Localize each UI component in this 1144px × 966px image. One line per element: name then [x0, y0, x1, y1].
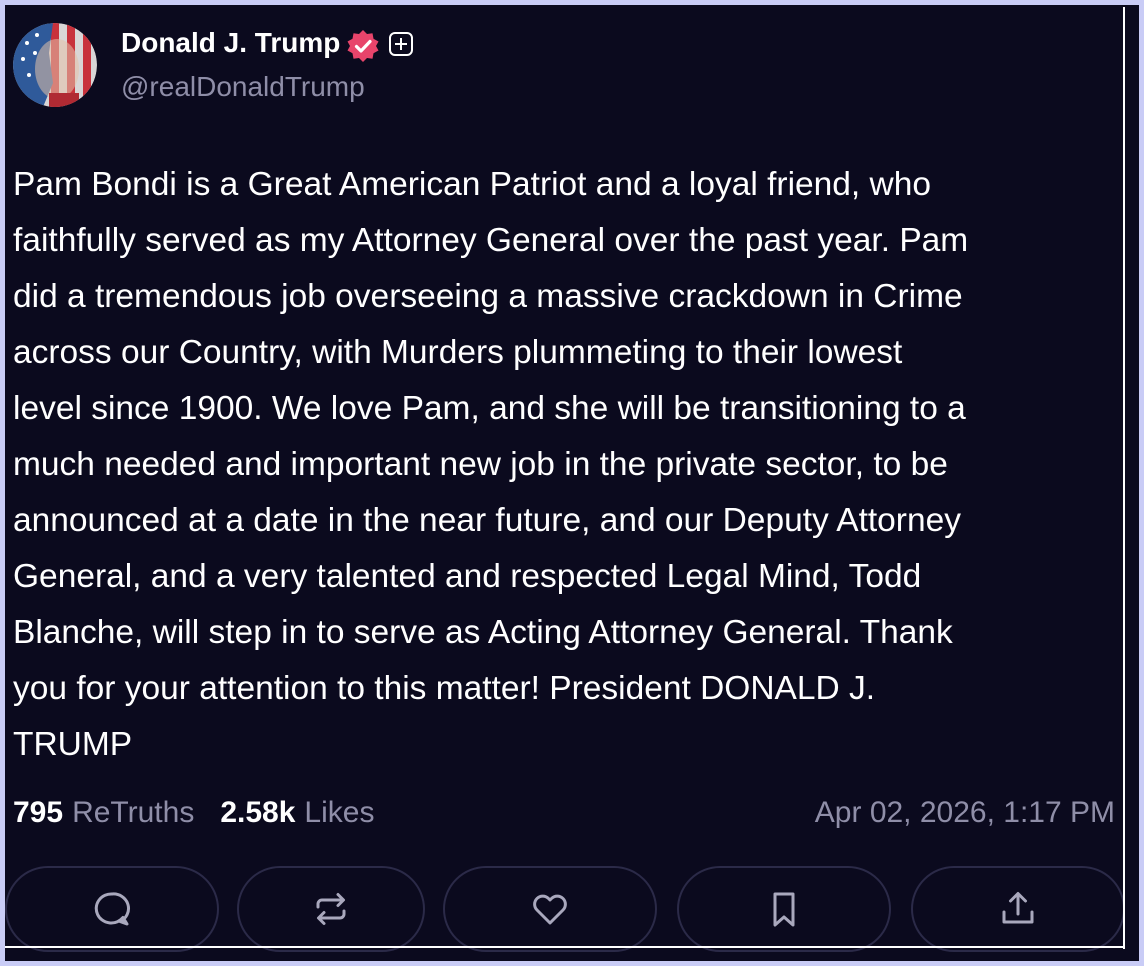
post-timestamp: Apr 02, 2026, 1:17 PM [814, 796, 1115, 829]
likes-count[interactable]: 2.58k [220, 796, 295, 830]
bookmark-icon [773, 892, 795, 927]
retruth-icon [316, 893, 346, 925]
avatar[interactable] [13, 23, 97, 107]
verified-badge-icon [347, 30, 379, 62]
post-stats: 795 ReTruths 2.58k Likes [13, 791, 374, 835]
retruth-button[interactable] [237, 866, 425, 952]
likes-label[interactable]: Likes [304, 796, 374, 830]
share-icon [1002, 892, 1034, 924]
card-edge-right [1123, 7, 1125, 949]
share-button[interactable] [911, 866, 1125, 952]
display-name[interactable]: Donald J. Trump [121, 27, 340, 59]
plus-badge-icon [389, 32, 413, 56]
card-edge-bottom [5, 946, 1125, 948]
user-handle[interactable]: @realDonaldTrump [121, 71, 365, 103]
post-card: Donald J. Trump @realDonaldTrump Pam Bon… [0, 0, 1144, 966]
reply-button[interactable] [5, 866, 219, 952]
bookmark-button[interactable] [677, 866, 891, 952]
reply-icon [94, 892, 130, 926]
like-button[interactable] [443, 866, 657, 952]
retruths-label[interactable]: ReTruths [72, 796, 194, 830]
heart-icon [533, 894, 567, 925]
avatar-image [13, 23, 97, 107]
retruths-count[interactable]: 795 [13, 796, 63, 830]
post-text: Pam Bondi is a Great American Patriot an… [13, 166, 969, 763]
